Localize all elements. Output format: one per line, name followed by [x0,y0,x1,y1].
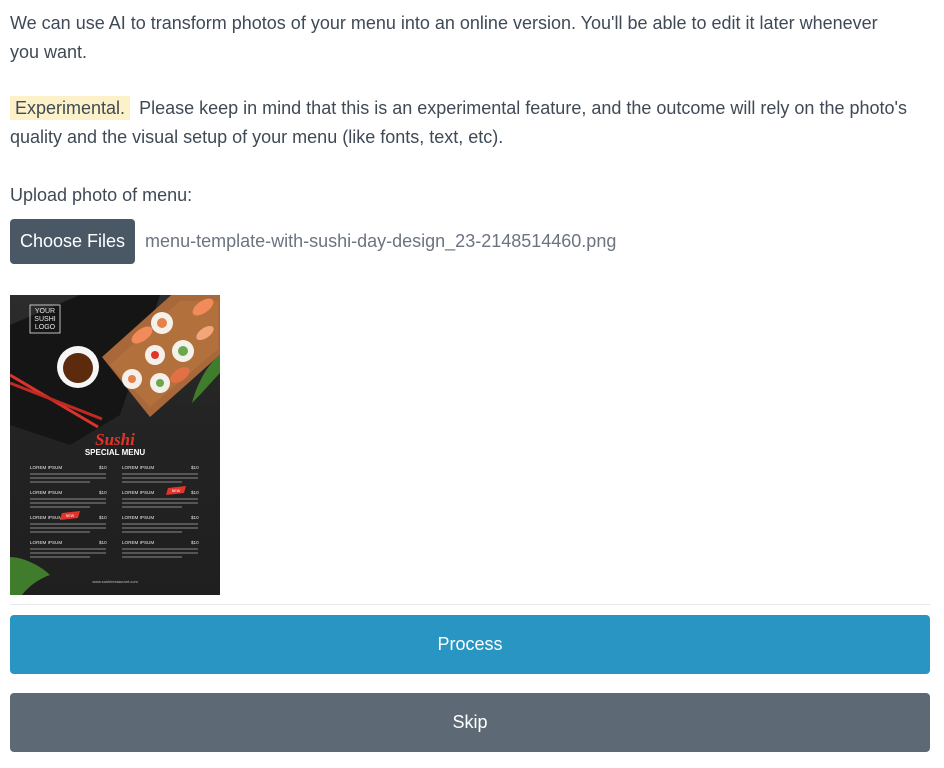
menu-item-price: $10 [191,490,199,495]
menu-item-price: $10 [99,465,107,470]
selected-file-name: menu-template-with-sushi-day-design_23-2… [145,231,617,251]
experimental-text: Please keep in mind that this is an expe… [10,98,907,147]
menu-item-price: $10 [191,540,199,545]
new-badge: NEW [66,514,75,518]
menu-website: www.sushirestaurant.com [92,579,138,584]
menu-title: Sushi [95,430,135,449]
process-button[interactable]: Process [10,615,930,674]
experimental-badge: Experimental. [10,96,131,120]
menu-item-name: LOREM IPSUM [122,540,154,545]
menu-items: LOREM IPSUM $10 LOREM IPSUM $10 LOREM IP… [30,465,199,545]
file-input[interactable]: Choose Files menu-template-with-sushi-da… [10,219,616,264]
menu-item-name: LOREM IPSUM [30,540,62,545]
menu-item-price: $10 [191,465,199,470]
ai-menu-upload-page: We can use AI to transform photos of you… [0,0,944,768]
upload-label: Upload photo of menu: [10,185,193,205]
menu-item-price: $10 [99,515,107,520]
logo-line-1: YOUR [35,308,55,315]
menu-item-name: LOREM IPSUM [30,490,62,495]
menu-photo-preview: YOUR SUSHI LOGO Sushi SPECIAL MENU LOREM… [10,295,220,595]
logo-line-2: SUSHI [34,316,55,323]
menu-item-name: LOREM IPSUM [30,515,62,520]
menu-item-price: $10 [191,515,199,520]
menu-item-price: $10 [99,540,107,545]
menu-item-name: LOREM IPSUM [122,515,154,520]
menu-item-name: LOREM IPSUM [122,490,154,495]
logo-line-3: LOGO [35,324,56,331]
menu-item-price: $10 [99,490,107,495]
skip-button[interactable]: Skip [10,693,930,752]
menu-subtitle: SPECIAL MENU [85,448,146,457]
experimental-notice: Experimental. Please keep in mind that t… [10,94,920,151]
divider [10,604,930,605]
new-badge: NEW [172,489,181,493]
sushi-menu-image: YOUR SUSHI LOGO Sushi SPECIAL MENU LOREM… [10,295,220,595]
menu-item-name: LOREM IPSUM [122,465,154,470]
menu-item-name: LOREM IPSUM [30,465,62,470]
choose-files-button[interactable]: Choose Files [10,219,136,264]
intro-text: We can use AI to transform photos of you… [10,13,878,62]
